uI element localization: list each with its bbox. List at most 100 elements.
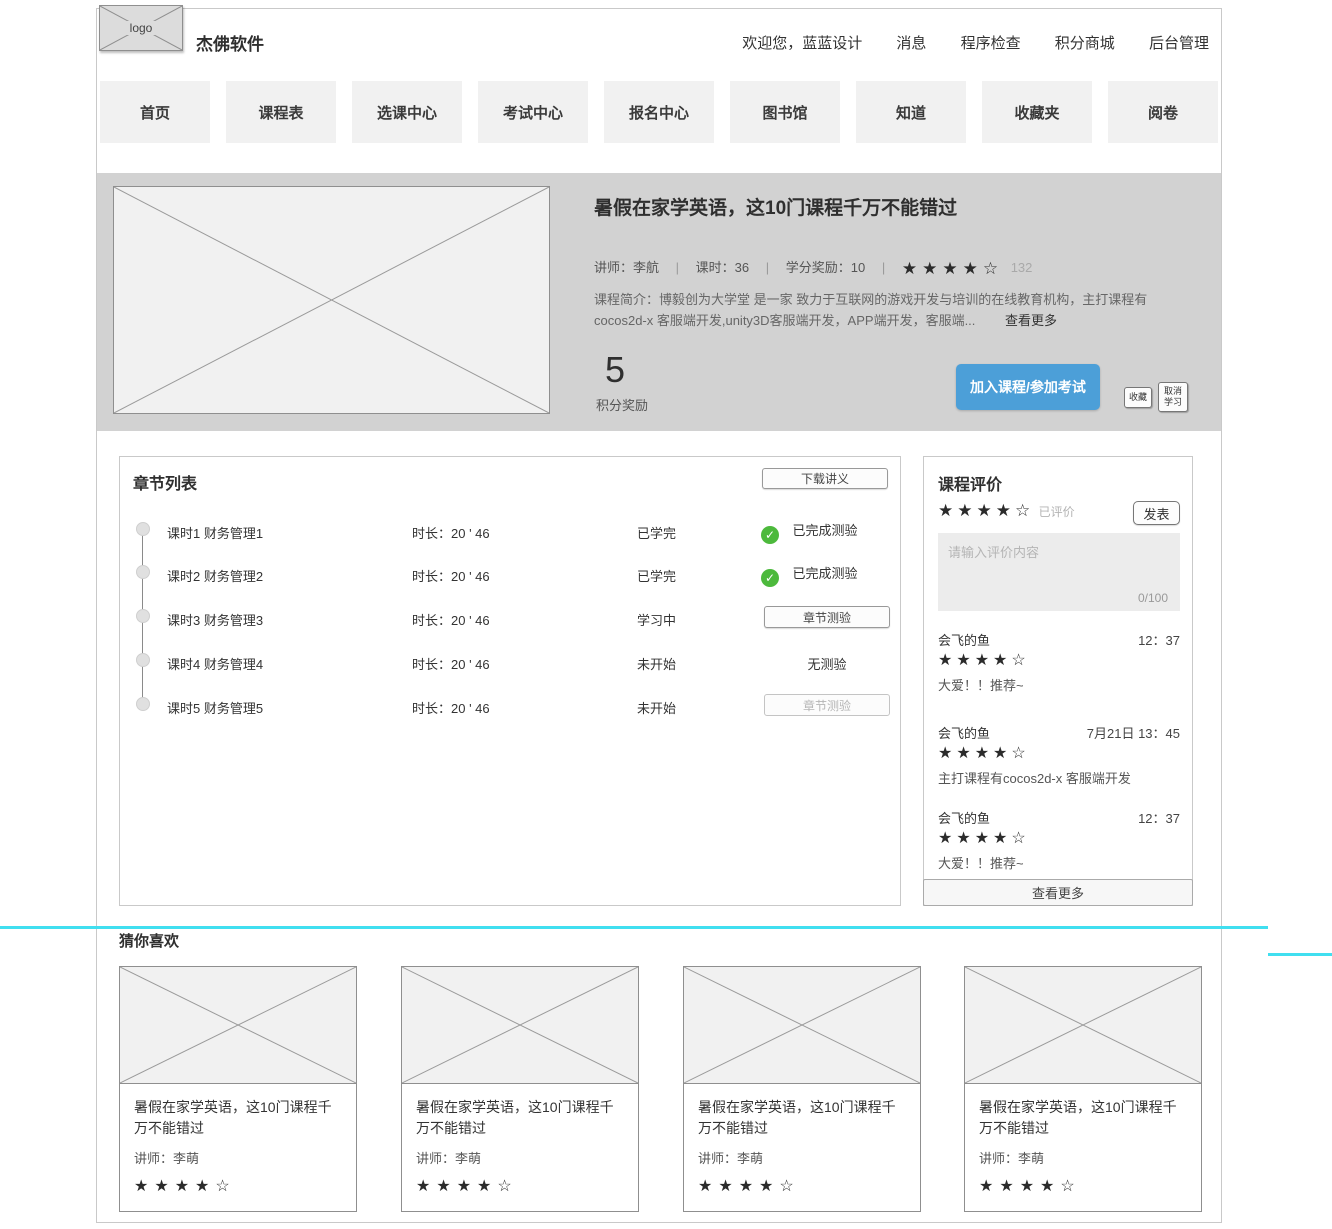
image-placeholder-cross-icon [114,187,549,413]
chapter-status: 已学完 [637,566,676,585]
main-container: logo 杰佛软件 欢迎您，蓝蓝设计 消息 程序检查 积分商城 后台管理 首页 … [96,8,1222,1223]
card-body: 暑假在家学英语，这10门课程千万不能错过 讲师：李萌 ★★★★☆ [684,1084,920,1196]
points-label: 积分奖励 [596,395,648,414]
card-image-placeholder [402,967,638,1084]
chapter-row-1[interactable]: 课时1 财务管理1 时长：20 ' 46 已学完 已完成测验 [120,520,900,540]
nav-home[interactable]: 首页 [100,81,210,143]
chapter-quiz-button-disabled[interactable]: 章节测验 [764,694,890,716]
chapter-duration: 时长：20 ' 46 [412,523,490,542]
chapter-status: 未开始 [637,698,676,717]
nav-favorites[interactable]: 收藏夹 [982,81,1092,143]
brand-name: 杰佛软件 [196,30,264,55]
review-panel-title: 课程评价 [938,471,1002,495]
chapter-row-2[interactable]: 课时2 财务管理2 时长：20 ' 46 已学完 已完成测验 [120,563,900,583]
review-comment: 大爱！！推荐~ [938,853,1024,872]
nav-exam-center[interactable]: 考试中心 [478,81,588,143]
check-circle-icon [761,526,779,544]
chapter-duration: 时长：20 ' 46 [412,610,490,629]
course-hero: 暑假在家学英语，这10门课程千万不能错过 讲师：李航 | 课时：36 | 学分奖… [97,173,1221,431]
logo-label: logo [127,21,156,35]
course-rating-count: 132 [1011,260,1033,275]
link-points-mall[interactable]: 积分商城 [1055,35,1115,52]
welcome-text: 欢迎您，蓝蓝设计 [742,35,862,52]
quiz-completed-label: 已完成测验 [792,523,857,538]
chapter-name: 课时3 财务管理3 [167,610,263,629]
my-rating-stars[interactable]: ★★★★☆ [938,501,1034,520]
cancel-learning-button[interactable]: 取消学习 [1158,382,1188,412]
quiz-completed: 已完成测验 [761,520,857,544]
meta-hours: 课时：36 [696,260,749,275]
chapter-list-panel: 章节列表 下载讲义 课时1 财务管理1 时长：20 ' 46 已学完 已完成测验… [119,456,901,906]
chapter-status: 已学完 [637,523,676,542]
nav-grading[interactable]: 阅卷 [1108,81,1218,143]
card-title: 暑假在家学英语，这10门课程千万不能错过 [979,1097,1187,1139]
join-course-button[interactable]: 加入课程/参加考试 [956,364,1100,410]
course-title: 暑假在家学英语，这10门课程千万不能错过 [594,193,957,220]
meta-teacher: 讲师：李航 [594,260,659,275]
chapter-row-3[interactable]: 课时3 财务管理3 时长：20 ' 46 学习中 章节测验 [120,607,900,627]
cyan-guide-line-left [0,926,1268,929]
suggestions-title: 猜你喜欢 [119,930,179,951]
card-title: 暑假在家学英语，这10门课程千万不能错过 [416,1097,624,1139]
chapter-status: 学习中 [637,610,676,629]
quiz-completed-label: 已完成测验 [792,566,857,581]
rated-label: 已评价 [1039,505,1075,519]
meta-separator: | [882,260,885,275]
card-body: 暑假在家学英语，这10门课程千万不能错过 讲师：李萌 ★★★★☆ [965,1084,1201,1196]
card-image-placeholder [965,967,1201,1084]
quiz-completed: 已完成测验 [761,563,857,587]
card-teacher: 讲师：李萌 [416,1148,624,1167]
nav-library[interactable]: 图书馆 [730,81,840,143]
reviewer-name: 会飞的鱼 [938,630,990,649]
chapter-row-5[interactable]: 课时5 财务管理5 时长：20 ' 46 未开始 章节测验 [120,695,900,715]
reviewer-name: 会飞的鱼 [938,808,990,827]
publish-review-button[interactable]: 发表 [1133,501,1180,525]
nav-course-schedule[interactable]: 课程表 [226,81,336,143]
suggestion-card-1[interactable]: 暑假在家学英语，这10门课程千万不能错过 讲师：李萌 ★★★★☆ [119,966,357,1212]
link-messages[interactable]: 消息 [896,35,926,52]
top-links: 欢迎您，蓝蓝设计 消息 程序检查 积分商城 后台管理 [742,32,1209,53]
chapter-name: 课时1 财务管理1 [167,523,263,542]
download-handout-button[interactable]: 下载讲义 [762,468,888,489]
course-review-panel: 课程评价 ★★★★☆ 已评价 发表 0/100 会飞的鱼 12：37 ★★★★☆… [923,456,1193,906]
link-program-check[interactable]: 程序检查 [961,35,1021,52]
favorite-button[interactable]: 收藏 [1124,387,1152,408]
timeline-dot-icon [136,609,150,623]
image-placeholder-cross-icon [402,967,638,1083]
chapter-name: 课时5 财务管理5 [167,698,263,717]
review-input[interactable] [938,533,1180,611]
chapter-quiz-button[interactable]: 章节测验 [764,606,890,628]
intro-view-more-link[interactable]: 查看更多 [1005,313,1057,328]
logo[interactable]: logo [99,5,183,51]
cyan-guide-line-right [1268,953,1332,956]
review-comment: 主打课程有cocos2d-x 客服端开发 [938,768,1131,787]
suggestion-card-2[interactable]: 暑假在家学英语，这10门课程千万不能错过 讲师：李萌 ★★★★☆ [401,966,639,1212]
review-item-2: 会飞的鱼 7月21日 13：45 ★★★★☆ 主打课程有cocos2d-x 客服… [938,723,1180,789]
link-admin[interactable]: 后台管理 [1149,35,1209,52]
card-title: 暑假在家学英语，这10门课程千万不能错过 [134,1097,342,1139]
suggestion-card-4[interactable]: 暑假在家学英语，这10门课程千万不能错过 讲师：李萌 ★★★★☆ [964,966,1202,1212]
card-image-placeholder [120,967,356,1084]
card-rating-stars: ★★★★☆ [979,1176,1187,1196]
review-item-1: 会飞的鱼 12：37 ★★★★☆ 大爱！！推荐~ [938,630,1180,696]
review-time: 12：37 [1138,630,1180,649]
nav-course-selection[interactable]: 选课中心 [352,81,462,143]
chapter-duration: 时长：20 ' 46 [412,566,490,585]
chapter-row-4[interactable]: 课时4 财务管理4 时长：20 ' 46 未开始 无测验 [120,651,900,671]
review-stars: ★★★★☆ [938,650,1030,670]
nav-registration-center[interactable]: 报名中心 [604,81,714,143]
review-item-3: 会飞的鱼 12：37 ★★★★☆ 大爱！！推荐~ [938,808,1180,874]
reviewer-name: 会飞的鱼 [938,723,990,742]
review-stars: ★★★★☆ [938,828,1030,848]
no-quiz-label: 无测验 [764,654,890,673]
suggestion-card-3[interactable]: 暑假在家学英语，这10门课程千万不能错过 讲师：李萌 ★★★★☆ [683,966,921,1212]
chapter-status: 未开始 [637,654,676,673]
card-teacher: 讲师：李萌 [698,1148,906,1167]
nav-know[interactable]: 知道 [856,81,966,143]
review-time: 7月21日 13：45 [1087,723,1180,742]
chapter-list-title: 章节列表 [133,470,197,494]
meta-separator: | [766,260,769,275]
view-more-reviews-button[interactable]: 查看更多 [923,879,1193,906]
course-meta: 讲师：李航 | 课时：36 | 学分奖励：10 | ★★★★☆ 132 [594,257,1032,279]
timeline-dot-icon [136,697,150,711]
